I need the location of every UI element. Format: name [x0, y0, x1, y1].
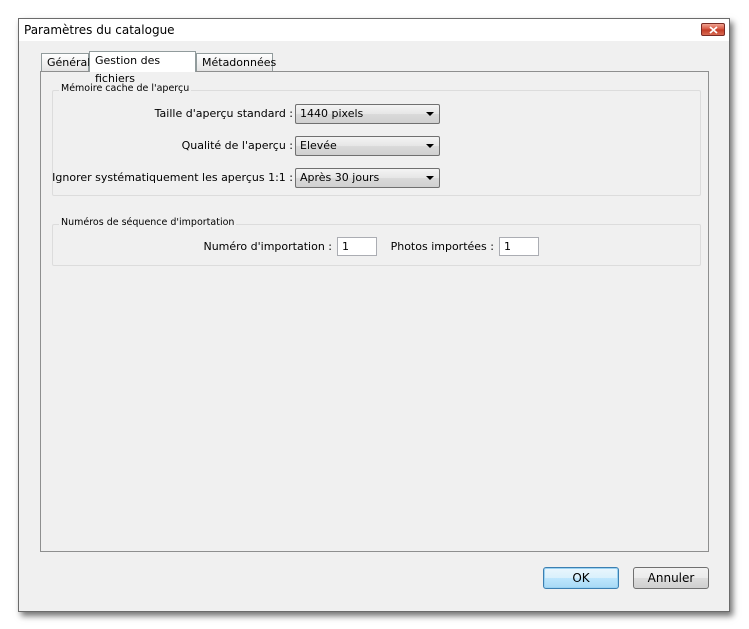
cancel-button[interactable]: Annuler: [633, 567, 709, 589]
import-number-label: Numéro d'importation :: [203, 240, 332, 253]
import-sequence-group: Numéros de séquence d'importation Numéro…: [52, 217, 701, 266]
tab-panel-file-handling: Mémoire cache de l'aperçu Taille d'aperç…: [40, 71, 709, 552]
tab-general[interactable]: Général: [41, 53, 90, 71]
catalog-settings-dialog: Paramètres du catalogue Général Gestion …: [18, 18, 730, 612]
chevron-down-icon: [426, 112, 434, 116]
photos-imported-input[interactable]: [499, 237, 539, 256]
tab-file-handling[interactable]: Gestion des fichiers: [89, 51, 196, 85]
close-icon: [709, 26, 718, 34]
tab-metadata[interactable]: Métadonnées: [196, 53, 276, 71]
import-sequence-group-label: Numéros de séquence d'importation: [59, 217, 237, 228]
discard-previews-label: Ignorer systématiquement les aperçus 1:1…: [52, 171, 293, 184]
chevron-down-icon: [426, 144, 434, 148]
window-title: Paramètres du catalogue: [24, 23, 175, 37]
photos-imported-label: Photos importées :: [390, 240, 494, 253]
chevron-down-icon: [426, 176, 434, 180]
standard-preview-size-label: Taille d'aperçu standard :: [154, 107, 293, 120]
preview-quality-value: Elevée: [300, 139, 337, 152]
ok-button[interactable]: OK: [543, 567, 619, 589]
discard-previews-value: Après 30 jours: [300, 171, 380, 184]
close-button[interactable]: [701, 23, 725, 36]
preview-quality-label: Qualité de l'aperçu :: [181, 139, 293, 152]
standard-preview-size-value: 1440 pixels: [300, 107, 364, 120]
standard-preview-size-select[interactable]: 1440 pixels: [295, 104, 440, 124]
discard-previews-select[interactable]: Après 30 jours: [295, 168, 440, 188]
import-number-input[interactable]: [337, 237, 377, 256]
title-bar: Paramètres du catalogue: [19, 19, 729, 41]
preview-cache-group: Mémoire cache de l'aperçu Taille d'aperç…: [52, 83, 701, 196]
preview-quality-select[interactable]: Elevée: [295, 136, 440, 156]
